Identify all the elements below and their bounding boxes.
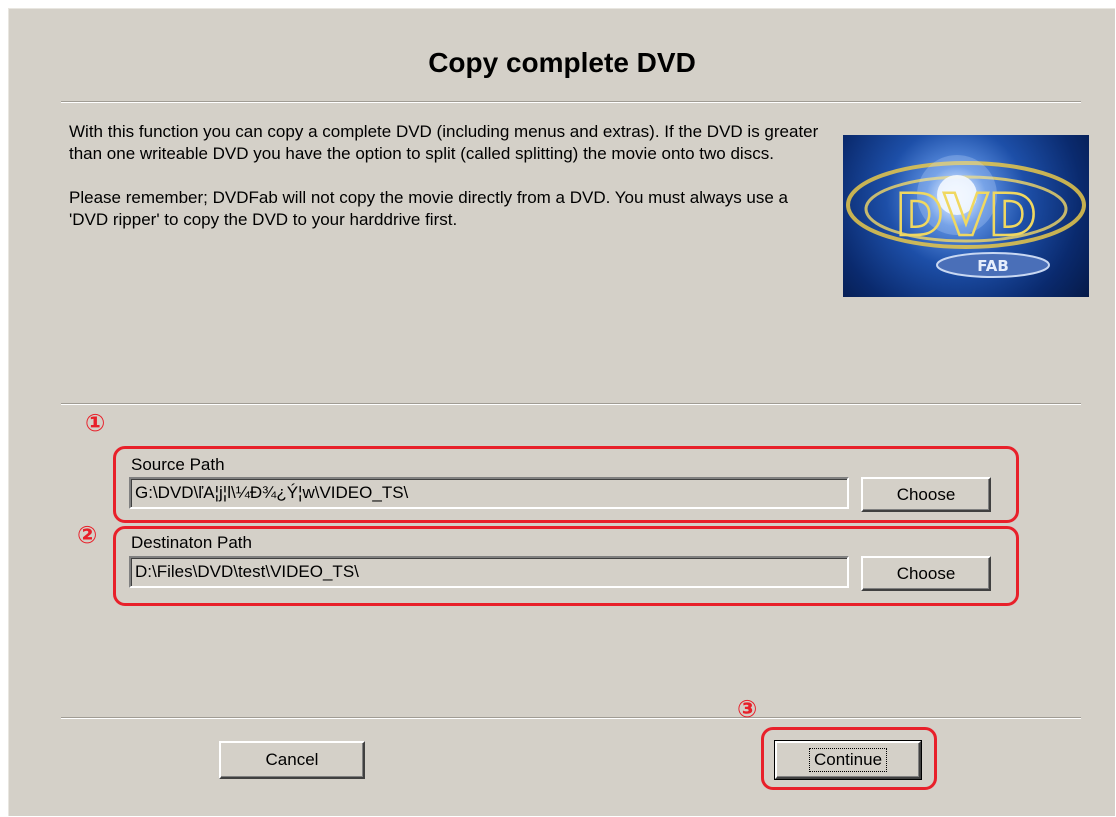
logo-fab-text: FAB	[977, 257, 1009, 275]
bottom-divider	[61, 717, 1081, 719]
description-paragraph-2: Please remember; DVDFab will not copy th…	[69, 188, 789, 229]
description-paragraph-1: With this function you can copy a comple…	[69, 122, 819, 163]
annotation-box-3	[761, 727, 937, 790]
dialog-title: Copy complete DVD	[428, 47, 696, 78]
annotation-box-2	[113, 526, 1019, 606]
cancel-button[interactable]: Cancel	[219, 741, 365, 779]
description: With this function you can copy a comple…	[69, 121, 829, 253]
middle-divider	[61, 403, 1081, 405]
annotation-box-1	[113, 446, 1019, 523]
logo-dvd-letters: DVD	[895, 181, 1036, 249]
dvdfab-logo: DVD FAB	[843, 135, 1089, 297]
top-divider	[61, 101, 1081, 103]
annotation-marker-3: ③	[737, 695, 758, 723]
annotation-marker-1: ①	[85, 409, 106, 437]
annotation-marker-2: ②	[77, 521, 98, 549]
dialog-window: Copy complete DVD With this function you…	[8, 8, 1115, 816]
